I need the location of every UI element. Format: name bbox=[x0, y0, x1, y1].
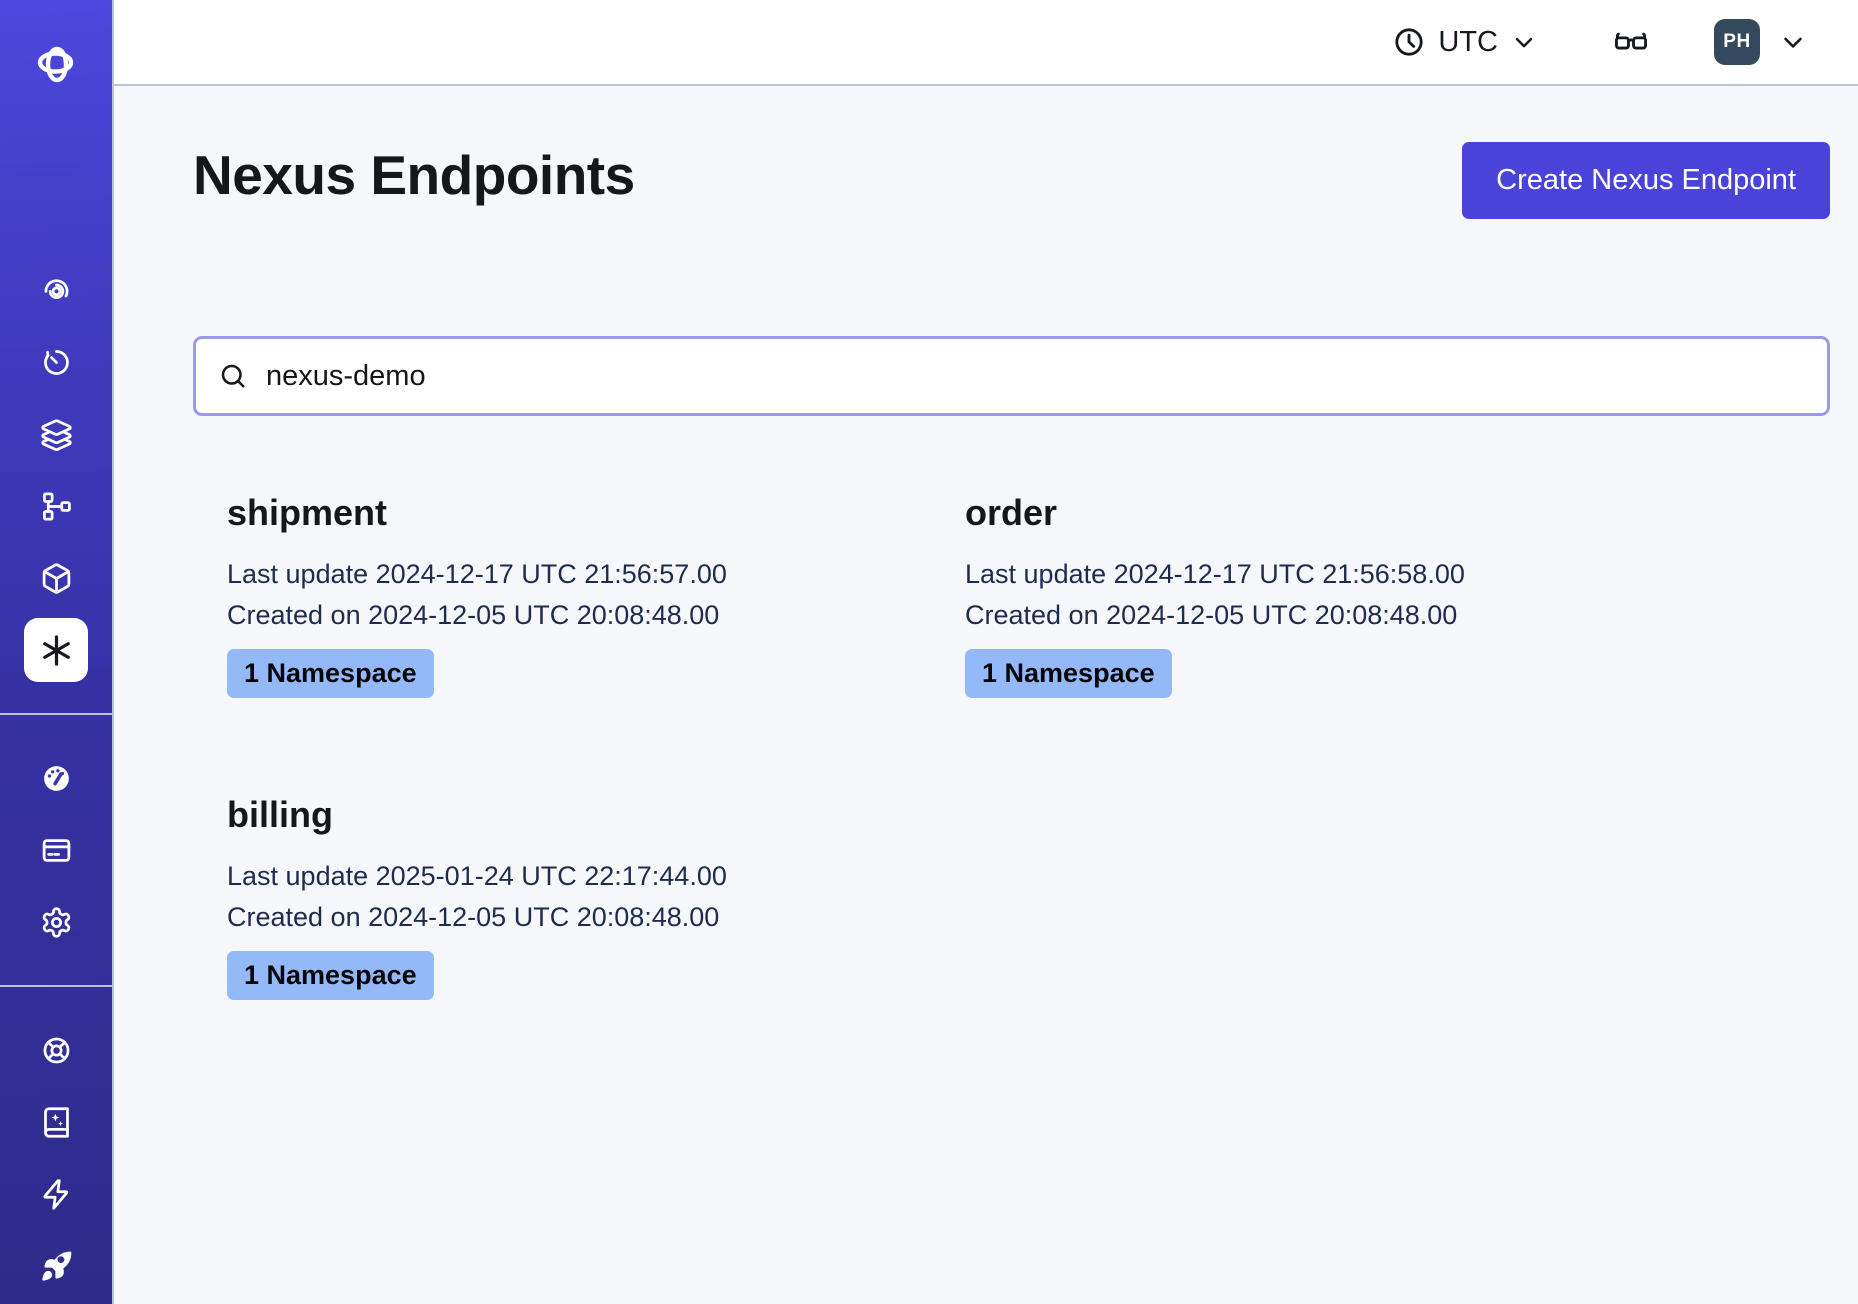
endpoint-created: Created on 2024-12-05 UTC 20:08:48.00 bbox=[965, 595, 1635, 636]
endpoint-card-shipment[interactable]: shipment Last update 2024-12-17 UTC 21:5… bbox=[193, 458, 931, 732]
endpoint-created: Created on 2024-12-05 UTC 20:08:48.00 bbox=[227, 595, 897, 636]
endpoint-name[interactable]: order bbox=[965, 492, 1635, 534]
book-sparkles-icon bbox=[40, 1106, 73, 1139]
sidebar-item-batch-operations[interactable] bbox=[24, 402, 88, 466]
glasses-icon bbox=[1612, 23, 1650, 61]
labs-toggle-button[interactable] bbox=[1608, 19, 1654, 65]
sidebar-item-nexus[interactable] bbox=[24, 618, 88, 682]
sidebar-divider bbox=[0, 713, 113, 715]
sidebar-item-feedback[interactable] bbox=[24, 1162, 88, 1226]
search-input[interactable] bbox=[264, 359, 1805, 394]
workflows-icon bbox=[40, 274, 73, 307]
billing-card-icon bbox=[40, 834, 73, 867]
app-root: UTC PH bbox=[0, 0, 1858, 1304]
nexus-asterisk-icon bbox=[38, 632, 75, 669]
endpoint-name[interactable]: shipment bbox=[227, 492, 897, 534]
page-header-row: Nexus Endpoints Create Nexus Endpoint bbox=[193, 142, 1830, 219]
sidebar-item-deployments[interactable] bbox=[24, 546, 88, 610]
endpoint-last-update: Last update 2025-01-24 UTC 22:17:44.00 bbox=[227, 856, 897, 897]
endpoint-last-update: Last update 2024-12-17 UTC 21:56:58.00 bbox=[965, 554, 1635, 595]
life-buoy-icon bbox=[40, 1034, 73, 1067]
sidebar-item-task-queues[interactable] bbox=[24, 474, 88, 538]
sidebar-item-support[interactable] bbox=[24, 1018, 88, 1082]
sidebar-divider bbox=[0, 985, 113, 987]
endpoint-card-order[interactable]: order Last update 2024-12-17 UTC 21:56:5… bbox=[931, 458, 1669, 732]
page-title: Nexus Endpoints bbox=[193, 142, 635, 208]
sidebar-item-docs[interactable] bbox=[24, 1090, 88, 1154]
page-content: Nexus Endpoints Create Nexus Endpoint sh… bbox=[114, 86, 1858, 1034]
namespace-badge: 1 Namespace bbox=[965, 649, 1172, 698]
chevron-down-icon bbox=[1778, 27, 1808, 57]
endpoint-created: Created on 2024-12-05 UTC 20:08:48.00 bbox=[227, 897, 897, 938]
temporal-logo-icon[interactable] bbox=[32, 40, 80, 88]
cube-icon bbox=[40, 562, 73, 595]
network-icon bbox=[40, 490, 73, 523]
gauge-icon bbox=[40, 762, 73, 795]
endpoint-card-billing[interactable]: billing Last update 2025-01-24 UTC 22:17… bbox=[193, 760, 931, 1034]
clock-icon bbox=[1392, 25, 1426, 59]
lightning-icon bbox=[40, 1178, 73, 1211]
rocket-icon bbox=[40, 1250, 73, 1283]
main-column: UTC PH bbox=[114, 0, 1858, 1304]
create-nexus-endpoint-button[interactable]: Create Nexus Endpoint bbox=[1462, 142, 1830, 219]
account-menu[interactable]: PH bbox=[1714, 19, 1808, 65]
topbar: UTC PH bbox=[114, 0, 1858, 86]
avatar[interactable]: PH bbox=[1714, 19, 1760, 65]
sidebar-item-usage[interactable] bbox=[24, 746, 88, 810]
timezone-label: UTC bbox=[1438, 26, 1498, 59]
timezone-selector[interactable]: UTC bbox=[1386, 21, 1544, 63]
sidebar-item-billing[interactable] bbox=[24, 818, 88, 882]
namespace-badge: 1 Namespace bbox=[227, 951, 434, 1000]
sidebar-item-schedules[interactable] bbox=[24, 330, 88, 394]
endpoint-name[interactable]: billing bbox=[227, 794, 897, 836]
sidebar-item-workflows[interactable] bbox=[24, 258, 88, 322]
chevron-down-icon bbox=[1510, 28, 1538, 56]
gear-icon bbox=[40, 906, 73, 939]
search-icon bbox=[218, 361, 248, 391]
sidebar-item-settings[interactable] bbox=[24, 890, 88, 954]
layers-icon bbox=[40, 418, 73, 451]
sidebar-item-getting-started[interactable] bbox=[24, 1234, 88, 1298]
sidebar bbox=[0, 0, 114, 1304]
endpoints-grid: shipment Last update 2024-12-17 UTC 21:5… bbox=[193, 458, 1830, 1034]
endpoint-last-update: Last update 2024-12-17 UTC 21:56:57.00 bbox=[227, 554, 897, 595]
schedules-icon bbox=[40, 346, 73, 379]
sidebar-nav bbox=[0, 254, 112, 1302]
search-box[interactable] bbox=[193, 336, 1830, 416]
namespace-badge: 1 Namespace bbox=[227, 649, 434, 698]
